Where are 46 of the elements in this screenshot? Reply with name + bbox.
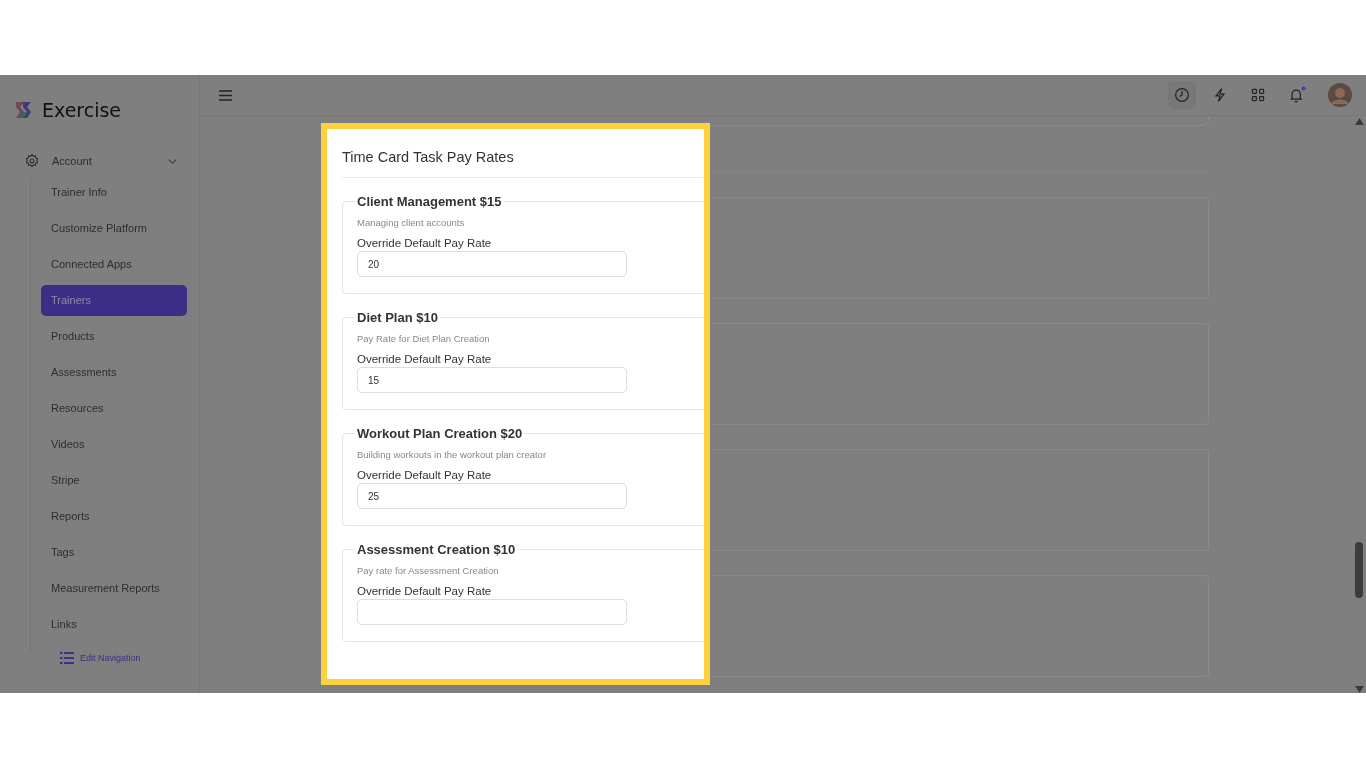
sidebar-item[interactable]: Products	[41, 321, 187, 352]
avatar[interactable]	[1328, 83, 1352, 107]
edit-navigation-link[interactable]: Edit Navigation	[60, 652, 199, 664]
task-description: Building workouts in the workout plan creator	[357, 449, 548, 460]
panel-title: Time Card Task Pay Rates	[342, 148, 515, 167]
gear-icon	[24, 153, 40, 169]
logo-icon	[14, 100, 34, 120]
sidebar-item[interactable]: Tags	[41, 537, 187, 568]
task-description: Pay rate for Assessment Creation	[357, 565, 500, 576]
sidebar-item[interactable]: Videos	[41, 429, 187, 460]
menu-icon[interactable]	[219, 89, 232, 101]
pay-rate-field[interactable]: 20	[357, 251, 627, 277]
brand-name: Exercise	[42, 99, 122, 121]
task-title: Assessment Creation $10	[356, 542, 517, 557]
sidebar-item[interactable]: Connected Apps	[41, 249, 187, 280]
sidebar-item[interactable]: Measurement Reports	[41, 573, 187, 604]
scrollbar-thumb[interactable]	[1355, 542, 1363, 598]
scroll-down-icon[interactable]	[1354, 686, 1364, 693]
lightning-icon[interactable]	[1212, 87, 1228, 103]
task-title: Client Management $15	[356, 194, 503, 209]
field-label: Override Default Pay Rate	[357, 585, 493, 597]
field-label: Override Default Pay Rate	[357, 237, 493, 249]
task-title: Workout Plan Creation $20	[356, 426, 524, 441]
task-description: Managing client accounts	[357, 217, 466, 228]
sidebar-item[interactable]: Resources	[41, 393, 187, 424]
sidebar-item[interactable]: Assessments	[41, 357, 187, 388]
task-title: Diet Plan $10	[356, 310, 439, 325]
scroll-up-icon[interactable]	[1354, 118, 1364, 125]
grid-icon[interactable]	[1250, 87, 1266, 103]
clock-button[interactable]	[1168, 81, 1196, 109]
pay-rate-field[interactable]: 15	[357, 367, 627, 393]
bell-icon[interactable]	[1288, 86, 1306, 104]
clock-icon	[1174, 87, 1190, 103]
sidebar-item[interactable]: Links	[41, 609, 187, 640]
pay-rate-field[interactable]: 25	[357, 483, 627, 509]
list-icon	[60, 652, 74, 664]
account-menu-item[interactable]: Account	[24, 151, 177, 171]
task-description: Pay Rate for Diet Plan Creation	[357, 333, 491, 344]
sidebar-item[interactable]: Customize Platform	[41, 213, 187, 244]
field-label: Override Default Pay Rate	[357, 353, 493, 365]
sidebar-item[interactable]: Stripe	[41, 465, 187, 496]
sidebar-item[interactable]: Trainers	[41, 285, 187, 316]
pay-rate-field[interactable]	[357, 599, 627, 625]
sidebar-item[interactable]: Trainer Info	[41, 177, 187, 208]
field-label: Override Default Pay Rate	[357, 469, 493, 481]
sidebar-item[interactable]: Reports	[41, 501, 187, 532]
